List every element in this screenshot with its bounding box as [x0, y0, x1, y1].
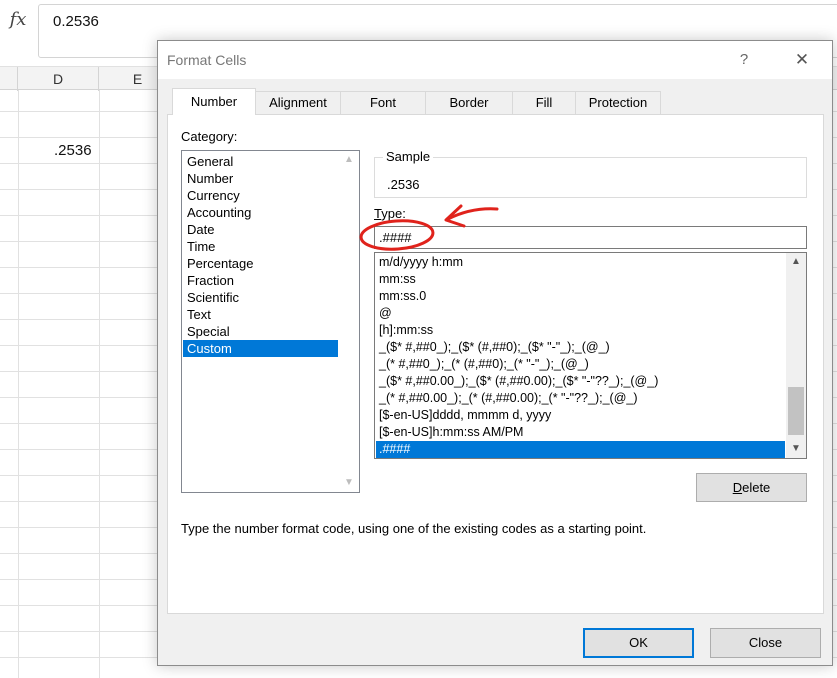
- scroll-down-icon[interactable]: ▼: [339, 474, 359, 492]
- category-item[interactable]: Accounting: [183, 204, 338, 221]
- ok-button[interactable]: OK: [583, 628, 694, 658]
- cell-d-value[interactable]: .2536: [54, 142, 92, 159]
- tab-fill[interactable]: Fill: [512, 91, 576, 114]
- sample-group: .2536: [374, 157, 807, 198]
- sample-value: .2536: [387, 177, 420, 192]
- format-code-item[interactable]: @: [376, 305, 785, 322]
- delete-button[interactable]: Delete: [696, 473, 807, 502]
- tab-number[interactable]: Number: [172, 88, 256, 115]
- fx-icon[interactable]: fx: [4, 6, 32, 34]
- hint-text: Type the number format code, using one o…: [181, 521, 647, 536]
- scroll-thumb[interactable]: [788, 387, 804, 435]
- tab-protection[interactable]: Protection: [575, 91, 661, 114]
- format-code-item[interactable]: _(* #,##0_);_(* (#,##0);_(* "-"_);_(@_): [376, 356, 785, 373]
- type-label-text: ype:: [381, 206, 406, 221]
- format-code-item[interactable]: [$-en-US]dddd, mmmm d, yyyy: [376, 407, 785, 424]
- format-code-item[interactable]: _(* #,##0.00_);_(* (#,##0.00);_(* "-"??_…: [376, 390, 785, 407]
- format-code-list[interactable]: m/d/yyyy h:mm mm:ss mm:ss.0 @ [h]:mm:ss …: [374, 252, 807, 459]
- type-label: Type:: [374, 206, 406, 221]
- format-code-item[interactable]: [h]:mm:ss: [376, 322, 785, 339]
- category-item[interactable]: Text: [183, 306, 338, 323]
- category-item[interactable]: Percentage: [183, 255, 338, 272]
- category-item-custom[interactable]: Custom: [183, 340, 338, 357]
- format-code-item[interactable]: [$-en-US]h:mm:ss AM/PM: [376, 424, 785, 441]
- dialog-title: Format Cells: [167, 52, 247, 68]
- help-button[interactable]: ?: [724, 47, 764, 73]
- format-code-item[interactable]: mm:ss.0: [376, 288, 785, 305]
- delete-accelerator: D: [732, 480, 743, 495]
- type-input[interactable]: [374, 226, 807, 249]
- tab-alignment[interactable]: Alignment: [255, 91, 341, 114]
- format-code-item-selected[interactable]: .####: [376, 441, 785, 458]
- scroll-up-icon[interactable]: ▲: [786, 253, 806, 271]
- category-item[interactable]: Date: [183, 221, 338, 238]
- corner-header[interactable]: [0, 67, 18, 91]
- tab-border[interactable]: Border: [425, 91, 513, 114]
- scroll-down-icon[interactable]: ▼: [786, 440, 806, 458]
- category-label: Category:: [181, 129, 238, 144]
- category-item[interactable]: Time: [183, 238, 338, 255]
- format-code-item[interactable]: mm:ss: [376, 271, 785, 288]
- grid-line: [99, 90, 100, 678]
- category-item[interactable]: Currency: [183, 187, 338, 204]
- grid-line: [18, 90, 19, 678]
- close-button[interactable]: Close: [710, 628, 821, 658]
- category-item[interactable]: Number: [183, 170, 338, 187]
- delete-label-text: elete: [742, 480, 771, 495]
- number-tab-panel: Category: General Number Currency Accoun…: [167, 114, 824, 614]
- close-icon[interactable]: ✕: [782, 47, 822, 73]
- scroll-up-icon[interactable]: ▲: [339, 151, 359, 169]
- dialog-titlebar[interactable]: Format Cells ? ✕: [158, 41, 832, 79]
- category-scrollbar[interactable]: ▲ ▼: [339, 151, 359, 492]
- format-code-item[interactable]: _($* #,##0.00_);_($* (#,##0.00);_($* "-"…: [376, 373, 785, 390]
- category-item[interactable]: Special: [183, 323, 338, 340]
- format-cells-dialog: Format Cells ? ✕ Number Alignment Font B…: [157, 40, 833, 666]
- formula-value: 0.2536: [53, 13, 99, 30]
- format-list-scrollbar[interactable]: ▲ ▼: [786, 253, 806, 458]
- format-code-item[interactable]: _($* #,##0_);_($* (#,##0);_($* "-"_);_(@…: [376, 339, 785, 356]
- category-list[interactable]: General Number Currency Accounting Date …: [181, 150, 360, 493]
- tab-font[interactable]: Font: [340, 91, 426, 114]
- format-code-item[interactable]: m/d/yyyy h:mm: [376, 254, 785, 271]
- category-item[interactable]: Scientific: [183, 289, 338, 306]
- category-item[interactable]: Fraction: [183, 272, 338, 289]
- category-item[interactable]: General: [183, 153, 338, 170]
- sample-label: Sample: [383, 149, 434, 164]
- column-header-d[interactable]: D: [18, 67, 99, 91]
